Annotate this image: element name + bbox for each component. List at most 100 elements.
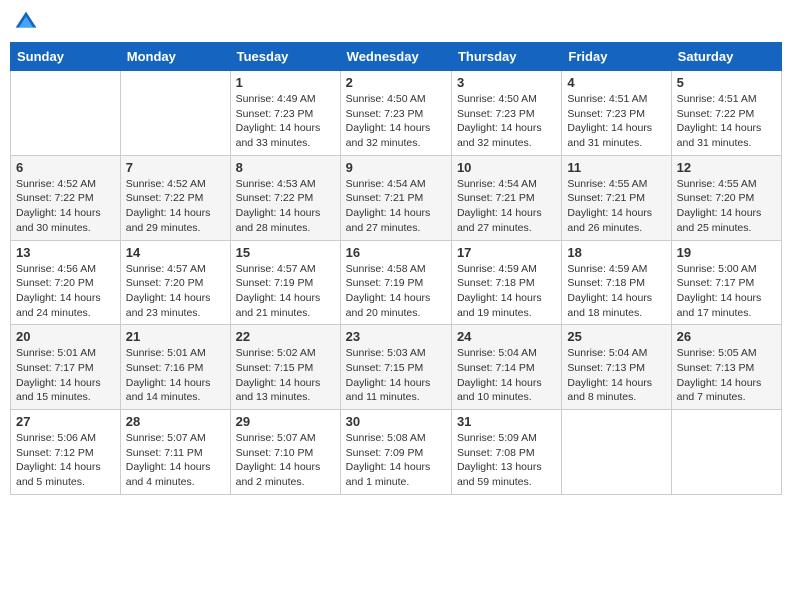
day-number: 3 <box>457 75 556 90</box>
day-info: Sunrise: 4:50 AM Sunset: 7:23 PM Dayligh… <box>346 92 446 151</box>
day-number: 6 <box>16 160 115 175</box>
day-number: 20 <box>16 329 115 344</box>
day-info: Sunrise: 4:54 AM Sunset: 7:21 PM Dayligh… <box>457 177 556 236</box>
day-info: Sunrise: 5:07 AM Sunset: 7:10 PM Dayligh… <box>236 431 335 490</box>
calendar-cell: 31 Sunrise: 5:09 AM Sunset: 7:08 PM Dayli… <box>451 410 561 495</box>
day-info: Sunrise: 4:52 AM Sunset: 7:22 PM Dayligh… <box>16 177 115 236</box>
day-info: Sunrise: 5:08 AM Sunset: 7:09 PM Dayligh… <box>346 431 446 490</box>
day-info: Sunrise: 5:09 AM Sunset: 7:08 PM Dayligh… <box>457 431 556 490</box>
day-info: Sunrise: 4:59 AM Sunset: 7:18 PM Dayligh… <box>567 262 665 321</box>
calendar-cell: 11 Sunrise: 4:55 AM Sunset: 7:21 PM Dayli… <box>562 155 671 240</box>
day-info: Sunrise: 4:52 AM Sunset: 7:22 PM Dayligh… <box>126 177 225 236</box>
calendar-cell: 23Sunrise: 5:03 AM Sunset: 7:15 PM Dayli… <box>340 325 451 410</box>
logo <box>14 10 42 34</box>
day-number: 29 <box>236 414 335 429</box>
day-info: Sunrise: 4:57 AM Sunset: 7:19 PM Dayligh… <box>236 262 335 321</box>
calendar-cell: 16 Sunrise: 4:58 AM Sunset: 7:19 PM Dayli… <box>340 240 451 325</box>
day-number: 5 <box>677 75 776 90</box>
day-number: 9 <box>346 160 446 175</box>
calendar-cell: 22 Sunrise: 5:02 AM Sunset: 7:15 PM Dayli… <box>230 325 340 410</box>
day-number: 17 <box>457 245 556 260</box>
day-number: 28 <box>126 414 225 429</box>
calendar-cell <box>562 410 671 495</box>
calendar-cell: 14Sunrise: 4:57 AM Sunset: 7:20 PM Dayli… <box>120 240 230 325</box>
calendar-cell: 26 Sunrise: 5:05 AM Sunset: 7:13 PM Dayli… <box>671 325 781 410</box>
day-info: Sunrise: 4:54 AM Sunset: 7:21 PM Dayligh… <box>346 177 446 236</box>
day-info: Sunrise: 5:05 AM Sunset: 7:13 PM Dayligh… <box>677 346 776 405</box>
calendar-table: SundayMondayTuesdayWednesdayThursdayFrid… <box>10 42 782 495</box>
calendar-cell: 2 Sunrise: 4:50 AM Sunset: 7:23 PM Daylig… <box>340 71 451 156</box>
day-number: 11 <box>567 160 665 175</box>
day-number: 22 <box>236 329 335 344</box>
day-number: 23 <box>346 329 446 344</box>
day-number: 12 <box>677 160 776 175</box>
calendar-cell: 7 Sunrise: 4:52 AM Sunset: 7:22 PM Daylig… <box>120 155 230 240</box>
day-number: 19 <box>677 245 776 260</box>
calendar-cell: 17 Sunrise: 4:59 AM Sunset: 7:18 PM Dayli… <box>451 240 561 325</box>
calendar-cell: 19 Sunrise: 5:00 AM Sunset: 7:17 PM Dayli… <box>671 240 781 325</box>
day-number: 2 <box>346 75 446 90</box>
day-number: 26 <box>677 329 776 344</box>
day-info: Sunrise: 5:04 AM Sunset: 7:13 PM Dayligh… <box>567 346 665 405</box>
day-info: Sunrise: 5:06 AM Sunset: 7:12 PM Dayligh… <box>16 431 115 490</box>
day-info: Sunrise: 4:55 AM Sunset: 7:21 PM Dayligh… <box>567 177 665 236</box>
day-info: Sunrise: 5:00 AM Sunset: 7:17 PM Dayligh… <box>677 262 776 321</box>
day-info: Sunrise: 4:51 AM Sunset: 7:23 PM Dayligh… <box>567 92 665 151</box>
day-info: Sunrise: 4:53 AM Sunset: 7:22 PM Dayligh… <box>236 177 335 236</box>
calendar-cell <box>671 410 781 495</box>
calendar-cell: 3 Sunrise: 4:50 AM Sunset: 7:23 PM Daylig… <box>451 71 561 156</box>
day-number: 21 <box>126 329 225 344</box>
day-number: 31 <box>457 414 556 429</box>
day-number: 16 <box>346 245 446 260</box>
calendar-cell: 4 Sunrise: 4:51 AM Sunset: 7:23 PM Daylig… <box>562 71 671 156</box>
day-number: 27 <box>16 414 115 429</box>
day-header-sunday: Sunday <box>11 43 121 71</box>
day-info: Sunrise: 4:50 AM Sunset: 7:23 PM Dayligh… <box>457 92 556 151</box>
day-info: Sunrise: 4:59 AM Sunset: 7:18 PM Dayligh… <box>457 262 556 321</box>
day-number: 24 <box>457 329 556 344</box>
day-header-saturday: Saturday <box>671 43 781 71</box>
day-number: 4 <box>567 75 665 90</box>
day-header-wednesday: Wednesday <box>340 43 451 71</box>
day-number: 1 <box>236 75 335 90</box>
calendar-cell: 29 Sunrise: 5:07 AM Sunset: 7:10 PM Dayli… <box>230 410 340 495</box>
calendar-cell <box>120 71 230 156</box>
day-header-friday: Friday <box>562 43 671 71</box>
calendar-cell: 12 Sunrise: 4:55 AM Sunset: 7:20 PM Dayli… <box>671 155 781 240</box>
day-info: Sunrise: 4:58 AM Sunset: 7:19 PM Dayligh… <box>346 262 446 321</box>
day-info: Sunrise: 5:02 AM Sunset: 7:15 PM Dayligh… <box>236 346 335 405</box>
day-info: Sunrise: 5:01 AM Sunset: 7:16 PM Dayligh… <box>126 346 225 405</box>
day-header-thursday: Thursday <box>451 43 561 71</box>
calendar-cell: 30 Sunrise: 5:08 AM Sunset: 7:09 PM Dayli… <box>340 410 451 495</box>
day-number: 15 <box>236 245 335 260</box>
day-number: 25 <box>567 329 665 344</box>
day-number: 18 <box>567 245 665 260</box>
day-info: Sunrise: 5:01 AM Sunset: 7:17 PM Dayligh… <box>16 346 115 405</box>
day-header-tuesday: Tuesday <box>230 43 340 71</box>
day-number: 8 <box>236 160 335 175</box>
day-info: Sunrise: 5:04 AM Sunset: 7:14 PM Dayligh… <box>457 346 556 405</box>
day-info: Sunrise: 4:51 AM Sunset: 7:22 PM Dayligh… <box>677 92 776 151</box>
day-number: 13 <box>16 245 115 260</box>
calendar-cell <box>11 71 121 156</box>
calendar-cell: 18 Sunrise: 4:59 AM Sunset: 7:18 PM Dayli… <box>562 240 671 325</box>
day-header-monday: Monday <box>120 43 230 71</box>
logo-icon <box>14 10 38 34</box>
day-info: Sunrise: 4:55 AM Sunset: 7:20 PM Dayligh… <box>677 177 776 236</box>
day-info: Sunrise: 5:07 AM Sunset: 7:11 PM Dayligh… <box>126 431 225 490</box>
day-info: Sunrise: 4:49 AM Sunset: 7:23 PM Dayligh… <box>236 92 335 151</box>
calendar-cell: 8 Sunrise: 4:53 AM Sunset: 7:22 PM Daylig… <box>230 155 340 240</box>
calendar-cell: 27 Sunrise: 5:06 AM Sunset: 7:12 PM Dayli… <box>11 410 121 495</box>
day-number: 7 <box>126 160 225 175</box>
day-number: 30 <box>346 414 446 429</box>
calendar-cell: 6 Sunrise: 4:52 AM Sunset: 7:22 PM Daylig… <box>11 155 121 240</box>
calendar-cell: 28 Sunrise: 5:07 AM Sunset: 7:11 PM Dayli… <box>120 410 230 495</box>
calendar-cell: 24 Sunrise: 5:04 AM Sunset: 7:14 PM Dayli… <box>451 325 561 410</box>
day-number: 10 <box>457 160 556 175</box>
day-number: 14 <box>126 245 225 260</box>
calendar-cell: 10 Sunrise: 4:54 AM Sunset: 7:21 PM Dayli… <box>451 155 561 240</box>
calendar-cell: 15 Sunrise: 4:57 AM Sunset: 7:19 PM Dayli… <box>230 240 340 325</box>
page-header <box>10 10 782 34</box>
calendar-cell: 1 Sunrise: 4:49 AM Sunset: 7:23 PM Daylig… <box>230 71 340 156</box>
day-info: Sunrise: 4:56 AM Sunset: 7:20 PM Dayligh… <box>16 262 115 321</box>
